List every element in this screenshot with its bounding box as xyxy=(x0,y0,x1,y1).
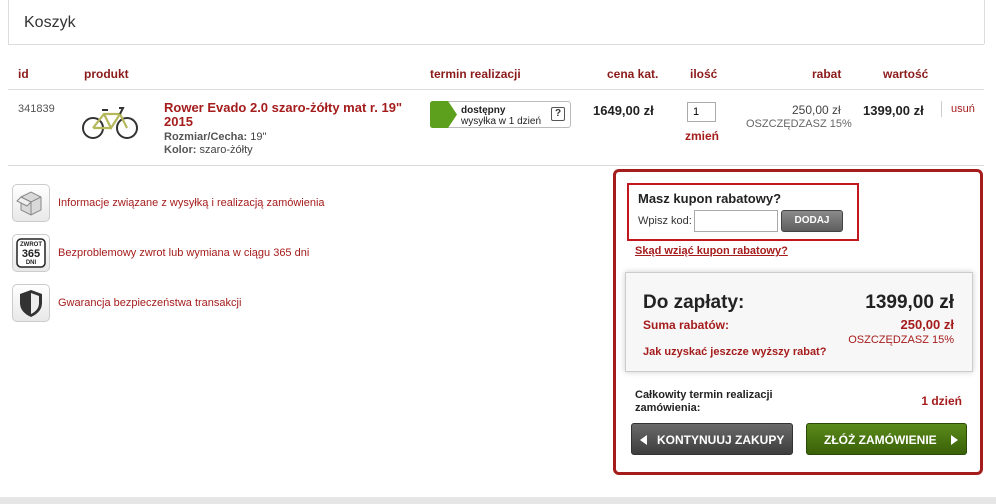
higher-discount-link[interactable]: Jak uzyskać jeszcze wyższy rabat? xyxy=(643,346,826,358)
discount-sum-save: OSZCZĘDZASZ 15% xyxy=(848,334,954,346)
title-divider xyxy=(8,44,984,45)
bike-thumbnail[interactable] xyxy=(82,104,138,140)
catalog-price: 1649,00 zł xyxy=(593,103,654,118)
shield-icon xyxy=(12,284,50,322)
coupon-label: Wpisz kod: xyxy=(638,215,692,227)
cart-page: Koszyk id produkt termin realizacji cena… xyxy=(0,0,996,497)
help-icon[interactable]: ? xyxy=(551,107,565,121)
product-color-label: Kolor: xyxy=(164,144,197,156)
header-product: produkt xyxy=(84,67,129,81)
quantity-input[interactable] xyxy=(687,102,716,122)
continue-shopping-label: KONTYNUUJ ZAKUPY xyxy=(657,433,785,447)
info-security-text[interactable]: Gwarancja bezpieczeństwa transakcji xyxy=(58,297,241,309)
svg-text:DNI: DNI xyxy=(26,260,37,266)
panel-border-left xyxy=(8,0,9,44)
arrow-left-icon xyxy=(640,435,647,445)
arrow-right-icon xyxy=(951,435,958,445)
availability-badge: dostępny wysyłka w 1 dzień ? xyxy=(430,101,571,128)
discount-sum-value: 250,00 zł xyxy=(900,317,955,332)
header-discount: rabat xyxy=(812,67,842,81)
product-size-label: Rozmiar/Cecha: xyxy=(164,131,248,143)
info-shipping-text[interactable]: Informacje związane z wysyłką i realizac… xyxy=(58,197,325,209)
product-size: Rozmiar/Cecha: 19" xyxy=(164,131,266,143)
change-quantity-link[interactable]: zmień xyxy=(685,129,719,143)
panel-border-right xyxy=(984,0,985,44)
remove-link[interactable]: usuń xyxy=(951,103,975,115)
svg-text:365: 365 xyxy=(22,248,40,260)
remove-separator xyxy=(941,101,942,117)
order-summary-panel: Masz kupon rabatowy? Wpisz kod: DODAJ Sk… xyxy=(613,169,983,475)
product-name-link[interactable]: Rower Evado 2.0 szaro-żółty mat r. 19" 2… xyxy=(164,101,414,129)
total-term-label: Całkowity termin realizacji zamówienia: xyxy=(635,389,773,414)
availability-status: dostępny xyxy=(461,105,506,116)
discount-sum-label: Suma rabatów: xyxy=(643,318,730,332)
page-title: Koszyk xyxy=(24,14,76,31)
total-term-value: 1 dzień xyxy=(921,394,962,408)
info-return-text[interactable]: Bezproblemowy zwrot lub wymiana w ciągu … xyxy=(58,247,309,259)
place-order-label: ZŁÓŻ ZAMÓWIENIE xyxy=(824,433,937,447)
header-divider xyxy=(8,89,984,90)
row-discount-save: OSZCZĘDZASZ 15% xyxy=(746,118,852,130)
row-divider xyxy=(8,165,984,166)
place-order-button[interactable]: ZŁÓŻ ZAMÓWIENIE xyxy=(806,423,967,455)
header-qty: ilość xyxy=(690,67,718,81)
total-box: Do zapłaty: 1399,00 zł Suma rabatów: 250… xyxy=(625,272,973,372)
product-id: 341839 xyxy=(18,103,55,115)
coupon-box: Masz kupon rabatowy? Wpisz kod: DODAJ xyxy=(627,183,859,241)
header-value: wartość xyxy=(883,67,929,81)
continue-shopping-button[interactable]: KONTYNUUJ ZAKUPY xyxy=(631,423,793,455)
product-size-value: 19" xyxy=(250,131,267,143)
product-color-value: szaro-żółty xyxy=(199,144,253,156)
header-term: termin realizacji xyxy=(430,67,521,81)
box-icon xyxy=(12,184,50,222)
return-365-icon: ZWROT 365 DNI xyxy=(12,234,50,272)
coupon-title: Masz kupon rabatowy? xyxy=(638,191,782,206)
shipping-time: wysyłka w 1 dzień xyxy=(461,116,542,127)
header-price: cena kat. xyxy=(607,67,659,81)
coupon-source-link[interactable]: Skąd wziąć kupon rabatowy? xyxy=(635,245,788,257)
availability-arrow-icon xyxy=(430,101,457,128)
row-discount: 250,00 zł xyxy=(792,103,841,117)
row-value: 1399,00 zł xyxy=(863,103,924,118)
total-value: 1399,00 zł xyxy=(865,292,954,313)
add-coupon-button[interactable]: DODAJ xyxy=(781,210,843,232)
total-label: Do zapłaty: xyxy=(643,292,745,313)
coupon-code-input[interactable] xyxy=(694,210,778,232)
product-color: Kolor: szaro-żółty xyxy=(164,144,253,156)
header-id: id xyxy=(18,67,29,81)
